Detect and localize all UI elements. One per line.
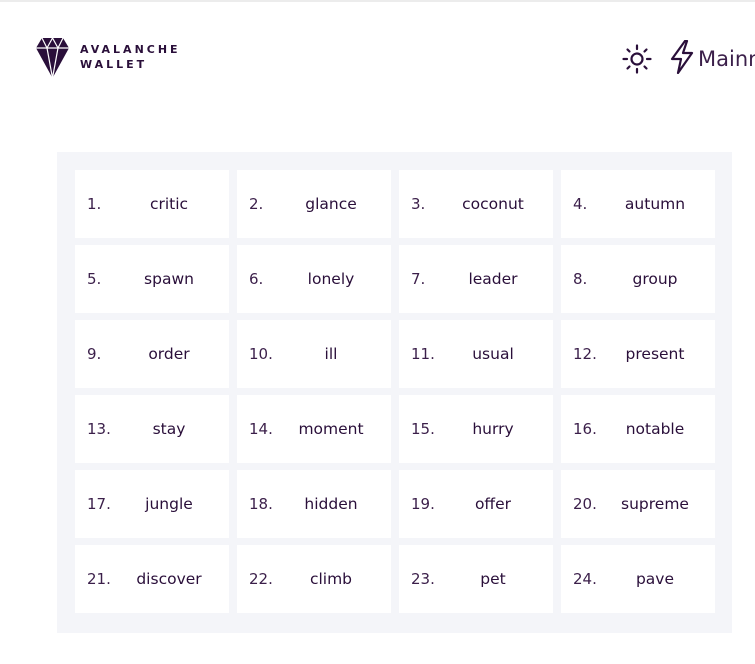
top-border	[0, 0, 755, 2]
word-index: 3.	[411, 195, 426, 213]
mnemonic-word-cell: 3. coconut	[399, 170, 553, 238]
word-index: 10.	[249, 345, 273, 363]
mnemonic-word-cell: 23. pet	[399, 545, 553, 613]
mnemonic-word-cell: 6. lonely	[237, 245, 391, 313]
mnemonic-word-cell: 5. spawn	[75, 245, 229, 313]
mnemonic-word-cell: 19. offer	[399, 470, 553, 538]
mnemonic-word-cell: 21. discover	[75, 545, 229, 613]
word-index: 18.	[249, 495, 273, 513]
word-index: 5.	[87, 270, 102, 288]
logo-line-2: WALLET	[80, 58, 148, 71]
mnemonic-word-cell: 14. moment	[237, 395, 391, 463]
mnemonic-word-grid: 1. critic 2. glance 3. coconut 4. autumn 5. spawn…	[75, 170, 715, 613]
word-index: 7.	[411, 270, 426, 288]
word-index: 20.	[573, 495, 597, 513]
mnemonic-word-cell: 1. critic	[75, 170, 229, 238]
word-index: 6.	[249, 270, 264, 288]
word-index: 23.	[411, 570, 435, 588]
app-logo[interactable]: AVALANCHE WALLET	[36, 36, 181, 78]
mnemonic-word-cell: 20. supreme	[561, 470, 715, 538]
lightning-icon	[670, 39, 694, 78]
mnemonic-word-cell: 4. autumn	[561, 170, 715, 238]
word-index: 12.	[573, 345, 597, 363]
mnemonic-word-cell: 11. usual	[399, 320, 553, 388]
word-index: 14.	[249, 420, 273, 438]
word-index: 1.	[87, 195, 102, 213]
network-selector[interactable]: Mainnet	[670, 39, 755, 78]
word-index: 21.	[87, 570, 111, 588]
word-index: 13.	[87, 420, 111, 438]
mnemonic-word-cell: 9. order	[75, 320, 229, 388]
word-index: 2.	[249, 195, 264, 213]
mnemonic-word-cell: 2. glance	[237, 170, 391, 238]
mnemonic-word-cell: 18. hidden	[237, 470, 391, 538]
mnemonic-word-cell: 17. jungle	[75, 470, 229, 538]
word-index: 22.	[249, 570, 273, 588]
word-index: 16.	[573, 420, 597, 438]
word-index: 8.	[573, 270, 588, 288]
mnemonic-word-cell: 16. notable	[561, 395, 715, 463]
mnemonic-word-cell: 8. group	[561, 245, 715, 313]
mnemonic-word-cell: 10. ill	[237, 320, 391, 388]
mnemonic-word-cell: 15. hurry	[399, 395, 553, 463]
word-index: 19.	[411, 495, 435, 513]
sun-icon[interactable]	[620, 42, 654, 76]
header-controls: Mainnet	[620, 39, 755, 78]
word-index: 11.	[411, 345, 435, 363]
logo-text: AVALANCHE WALLET	[80, 42, 181, 72]
word-index: 24.	[573, 570, 597, 588]
mnemonic-word-cell: 12. present	[561, 320, 715, 388]
word-index: 9.	[87, 345, 102, 363]
word-index: 17.	[87, 495, 111, 513]
diamond-logo-icon	[36, 36, 69, 78]
mnemonic-word-cell: 13. stay	[75, 395, 229, 463]
mnemonic-word-cell: 22. climb	[237, 545, 391, 613]
logo-line-1: AVALANCHE	[80, 43, 181, 56]
mnemonic-word-cell: 24. pave	[561, 545, 715, 613]
network-label: Mainnet	[698, 47, 755, 71]
mnemonic-phrase-panel: 1. critic 2. glance 3. coconut 4. autumn 5. spawn…	[57, 152, 732, 633]
mnemonic-word-cell: 7. leader	[399, 245, 553, 313]
word-index: 4.	[573, 195, 588, 213]
word-index: 15.	[411, 420, 435, 438]
